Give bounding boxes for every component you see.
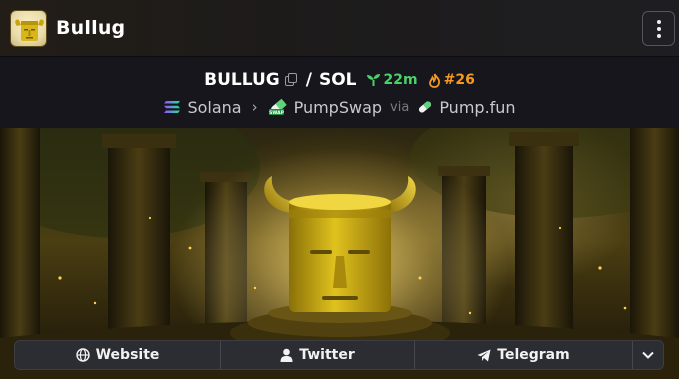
dex-link[interactable]: PumpSwap — [294, 98, 382, 117]
telegram-label: Telegram — [497, 347, 570, 363]
pair-separator: / — [305, 70, 312, 90]
pair-info: BULLUG / SOL 22m #26 Solana › SWAP PumpS… — [0, 57, 679, 128]
chevron-right-icon: › — [251, 98, 258, 116]
flame-icon — [428, 73, 440, 88]
token-logo — [10, 10, 47, 47]
via-label: via — [390, 99, 410, 115]
twitter-label: Twitter — [299, 347, 355, 363]
chevron-down-icon — [642, 351, 654, 359]
trending-rank[interactable]: #26 — [428, 72, 475, 88]
vertical-ellipsis-icon — [656, 19, 661, 24]
pair-title-row: BULLUG / SOL 22m #26 — [0, 68, 679, 92]
bull-head-logo-icon — [15, 19, 44, 41]
website-label: Website — [95, 347, 160, 363]
vertical-ellipsis-dot — [656, 26, 661, 31]
base-symbol: BULLUG — [204, 70, 280, 90]
user-icon — [280, 348, 293, 362]
svg-text:SWAP: SWAP — [269, 110, 284, 116]
globe-icon — [75, 348, 90, 362]
solana-icon — [164, 101, 181, 113]
copy-icon[interactable] — [284, 73, 298, 87]
token-name: Bullug — [56, 17, 126, 39]
telegram-button[interactable]: Telegram — [415, 341, 633, 369]
quote-symbol: SOL — [318, 70, 357, 90]
trending-rank-value: #26 — [443, 72, 475, 88]
social-links-bar: Website Twitter Telegram — [14, 340, 664, 370]
pair-age: 22m — [366, 72, 418, 88]
seedling-icon — [366, 74, 380, 86]
more-links-button[interactable] — [633, 341, 663, 369]
route-row: Solana › SWAP PumpSwap via Pump.fun — [0, 96, 679, 118]
launchpad-link[interactable]: Pump.fun — [439, 98, 515, 117]
pill-icon — [419, 101, 432, 113]
pumpswap-icon: SWAP — [268, 98, 287, 116]
twitter-button[interactable]: Twitter — [221, 341, 415, 369]
paper-plane-icon — [477, 349, 491, 361]
token-header: Bullug — [0, 0, 679, 57]
chain-link[interactable]: Solana — [187, 98, 241, 117]
menu-button[interactable] — [642, 11, 675, 46]
pair-age-value: 22m — [383, 72, 418, 88]
vertical-ellipsis-dot — [656, 33, 661, 38]
website-button[interactable]: Website — [15, 341, 221, 369]
